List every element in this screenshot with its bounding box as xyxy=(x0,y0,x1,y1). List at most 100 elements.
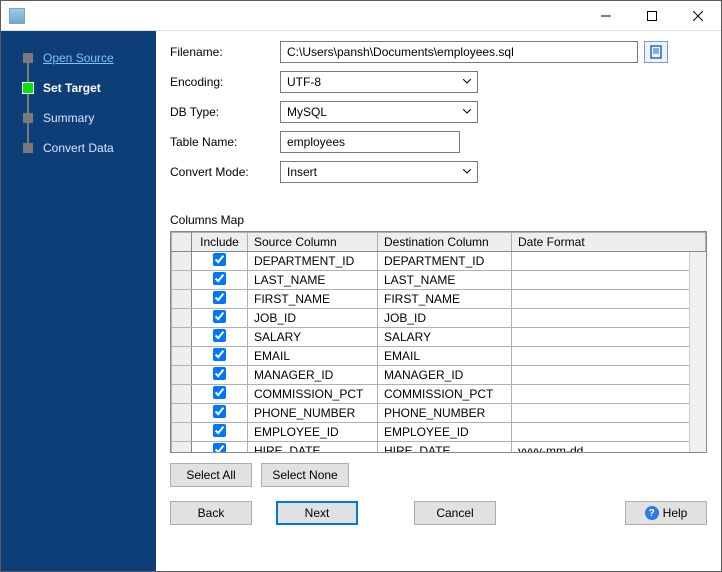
destination-cell[interactable]: EMAIL xyxy=(378,347,512,366)
app-window: Open Source Set Target Summary Convert Data… xyxy=(0,0,722,572)
dateformat-cell[interactable] xyxy=(512,423,706,442)
table-row[interactable]: COMMISSION_PCTCOMMISSION_PCT xyxy=(172,385,706,404)
select-all-button[interactable]: Select All xyxy=(170,463,252,487)
destination-cell[interactable]: SALARY xyxy=(378,328,512,347)
vertical-scrollbar[interactable] xyxy=(689,252,706,452)
include-checkbox[interactable] xyxy=(213,367,226,380)
step-label: Summary xyxy=(43,111,94,125)
col-header-dateformat[interactable]: Date Format xyxy=(512,233,706,252)
next-button[interactable]: Next xyxy=(276,501,358,525)
app-icon xyxy=(9,8,25,24)
dateformat-cell[interactable] xyxy=(512,252,706,271)
destination-cell[interactable]: DEPARTMENT_ID xyxy=(378,252,512,271)
include-checkbox[interactable] xyxy=(213,291,226,304)
select-none-button[interactable]: Select None xyxy=(261,463,348,487)
row-header xyxy=(172,366,192,385)
dateformat-cell[interactable] xyxy=(512,309,706,328)
dateformat-cell[interactable] xyxy=(512,290,706,309)
destination-cell[interactable]: FIRST_NAME xyxy=(378,290,512,309)
source-cell[interactable]: PHONE_NUMBER xyxy=(248,404,378,423)
maximize-button[interactable] xyxy=(629,1,675,31)
source-cell[interactable]: DEPARTMENT_ID xyxy=(248,252,378,271)
col-header-source[interactable]: Source Column xyxy=(248,233,378,252)
destination-cell[interactable]: JOB_ID xyxy=(378,309,512,328)
col-header-destination[interactable]: Destination Column xyxy=(378,233,512,252)
wizard-step[interactable]: Open Source xyxy=(17,43,156,73)
dateformat-cell[interactable] xyxy=(512,404,706,423)
source-cell[interactable]: JOB_ID xyxy=(248,309,378,328)
chevron-down-icon xyxy=(463,169,471,175)
tablename-input[interactable] xyxy=(280,131,460,153)
row-header xyxy=(172,328,192,347)
dateformat-cell[interactable] xyxy=(512,385,706,404)
source-cell[interactable]: HIRE_DATE xyxy=(248,442,378,454)
source-cell[interactable]: LAST_NAME xyxy=(248,271,378,290)
table-row[interactable]: JOB_IDJOB_ID xyxy=(172,309,706,328)
source-cell[interactable]: COMMISSION_PCT xyxy=(248,385,378,404)
back-button[interactable]: Back xyxy=(170,501,252,525)
wizard-step: Summary xyxy=(17,103,156,133)
source-cell[interactable]: SALARY xyxy=(248,328,378,347)
close-icon xyxy=(693,11,703,21)
source-cell[interactable]: EMAIL xyxy=(248,347,378,366)
document-icon xyxy=(649,45,663,59)
include-checkbox[interactable] xyxy=(213,329,226,342)
source-cell[interactable]: MANAGER_ID xyxy=(248,366,378,385)
destination-cell[interactable]: MANAGER_ID xyxy=(378,366,512,385)
convertmode-value: Insert xyxy=(287,165,463,179)
encoding-select[interactable]: UTF-8 xyxy=(280,71,478,93)
browse-button[interactable] xyxy=(644,41,668,63)
destination-cell[interactable]: PHONE_NUMBER xyxy=(378,404,512,423)
step-label: Set Target xyxy=(43,81,101,95)
columns-map-grid[interactable]: Include Source Column Destination Column… xyxy=(170,231,707,453)
include-checkbox[interactable] xyxy=(213,424,226,437)
filename-input[interactable] xyxy=(280,41,638,63)
help-button[interactable]: ? Help xyxy=(625,501,707,525)
encoding-label: Encoding: xyxy=(170,75,280,89)
dbtype-select[interactable]: MySQL xyxy=(280,101,478,123)
include-checkbox[interactable] xyxy=(213,405,226,418)
wizard-step: Set Target xyxy=(17,73,156,103)
table-row[interactable]: MANAGER_IDMANAGER_ID xyxy=(172,366,706,385)
dateformat-cell[interactable]: yyyy-mm-dd xyxy=(512,442,706,454)
minimize-button[interactable] xyxy=(583,1,629,31)
col-header-include[interactable]: Include xyxy=(192,233,248,252)
include-checkbox[interactable] xyxy=(213,386,226,399)
cancel-button[interactable]: Cancel xyxy=(414,501,496,525)
step-marker-icon xyxy=(23,113,33,123)
table-row[interactable]: DEPARTMENT_IDDEPARTMENT_ID xyxy=(172,252,706,271)
table-row[interactable]: EMAILEMAIL xyxy=(172,347,706,366)
table-row[interactable]: EMPLOYEE_IDEMPLOYEE_ID xyxy=(172,423,706,442)
dateformat-cell[interactable] xyxy=(512,347,706,366)
columns-map-title: Columns Map xyxy=(170,213,707,227)
row-header xyxy=(172,271,192,290)
table-row[interactable]: HIRE_DATEHIRE_DATEyyyy-mm-dd xyxy=(172,442,706,454)
include-checkbox[interactable] xyxy=(213,310,226,323)
step-label: Convert Data xyxy=(43,141,114,155)
destination-cell[interactable]: LAST_NAME xyxy=(378,271,512,290)
dateformat-cell[interactable] xyxy=(512,328,706,347)
row-header xyxy=(172,404,192,423)
include-checkbox[interactable] xyxy=(213,443,226,453)
table-row[interactable]: PHONE_NUMBERPHONE_NUMBER xyxy=(172,404,706,423)
source-cell[interactable]: EMPLOYEE_ID xyxy=(248,423,378,442)
include-checkbox[interactable] xyxy=(213,348,226,361)
tablename-label: Table Name: xyxy=(170,135,280,149)
maximize-icon xyxy=(647,11,657,21)
convertmode-select[interactable]: Insert xyxy=(280,161,478,183)
source-cell[interactable]: FIRST_NAME xyxy=(248,290,378,309)
close-button[interactable] xyxy=(675,1,721,31)
table-row[interactable]: FIRST_NAMEFIRST_NAME xyxy=(172,290,706,309)
destination-cell[interactable]: EMPLOYEE_ID xyxy=(378,423,512,442)
table-row[interactable]: LAST_NAMELAST_NAME xyxy=(172,271,706,290)
step-label: Open Source xyxy=(43,51,114,65)
include-checkbox[interactable] xyxy=(213,272,226,285)
include-checkbox[interactable] xyxy=(213,253,226,266)
dateformat-cell[interactable] xyxy=(512,271,706,290)
table-row[interactable]: SALARYSALARY xyxy=(172,328,706,347)
dbtype-value: MySQL xyxy=(287,105,463,119)
dateformat-cell[interactable] xyxy=(512,366,706,385)
row-header xyxy=(172,309,192,328)
destination-cell[interactable]: COMMISSION_PCT xyxy=(378,385,512,404)
destination-cell[interactable]: HIRE_DATE xyxy=(378,442,512,454)
